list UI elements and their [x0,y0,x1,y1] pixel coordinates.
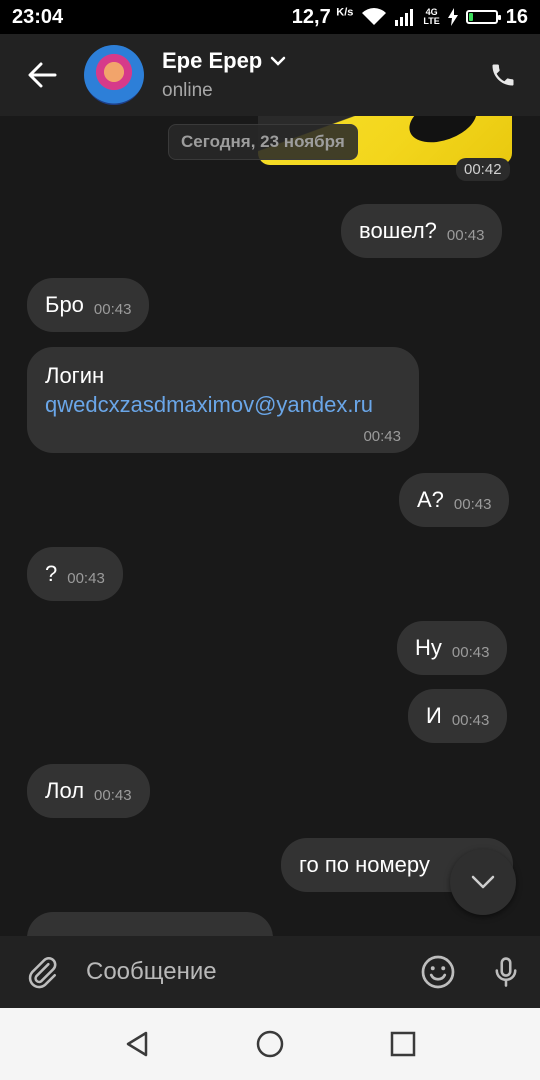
message-text: И [426,703,442,728]
message-composer [0,936,540,1008]
microphone-button[interactable] [472,936,540,1008]
network-speed: 12,7 K/s [291,5,354,28]
photo-time: 00:42 [456,158,510,181]
charging-icon [447,8,458,26]
chevron-down-icon [471,875,495,889]
message-bubble-outgoing[interactable]: вошел? 00:43 [341,204,503,258]
microphone-icon [495,957,517,987]
signal-icon [395,9,414,26]
scroll-down-button[interactable] [450,849,516,915]
message-time: 00:43 [94,787,132,804]
contact-info[interactable]: Ере Ерер online [162,48,286,102]
message-bubble-incoming[interactable] [27,912,273,936]
message-bubble-outgoing[interactable]: А? 00:43 [399,473,510,527]
emoji-icon [421,955,455,989]
message-text: Логин [45,363,105,388]
wifi-icon [362,8,387,25]
battery-icon [465,10,501,24]
battery-percent: 16 [505,5,528,28]
message-bubble-outgoing[interactable]: Ну 00:43 [397,621,508,675]
status-time: 23:04 [12,5,64,28]
call-button[interactable] [486,58,520,92]
nav-back-button[interactable] [107,1014,167,1074]
message-text: Лол [45,778,85,803]
status-bar: 23:04 12,7 K/s 4G LTE 16 [0,0,540,34]
emoji-button[interactable] [404,936,472,1008]
paperclip-icon [28,957,57,989]
contact-status: online [162,80,213,101]
message-time: 00:43 [93,301,132,318]
status-icons: 12,7 K/s 4G LTE 16 [292,6,528,29]
email-link[interactable]: qwedcxzasdmaximov@yandex.ru [45,391,401,419]
message-time: 00:43 [446,227,485,244]
nav-home-button[interactable] [240,1014,300,1074]
message-bubble-outgoing[interactable]: И 00:43 [408,689,508,743]
chat-header: Ере Ерер online [0,34,540,116]
message-bubble-incoming[interactable]: Логин qwedcxzasdmaximov@yandex.ru 00:43 [27,347,419,453]
message-text: вошел? [359,218,437,243]
message-bubble-incoming[interactable]: Бро 00:43 [27,278,150,332]
message-text: Ну [415,635,442,660]
message-bubble-incoming[interactable]: ? 00:43 [27,547,123,601]
phone-icon [492,64,514,86]
message-time: 00:43 [451,712,490,729]
message-bubble-incoming[interactable]: Лол 00:43 [27,764,150,818]
back-button[interactable] [0,34,84,116]
circle-home-icon [256,1030,284,1058]
system-nav-bar [0,1008,540,1080]
message-time: 00:43 [453,496,492,513]
avatar[interactable] [84,45,144,105]
triangle-back-icon [126,1031,147,1057]
nav-recents-button[interactable] [373,1014,433,1074]
message-text: ? [45,561,58,586]
message-text: Бро [45,292,84,317]
arrow-left-icon [28,62,57,88]
network-type: 4G LTE [423,7,440,26]
date-separator: Сегодня, 23 ноября [168,124,358,160]
message-text: го по номеру [299,852,430,877]
message-time: 00:43 [67,570,105,587]
message-input[interactable] [86,936,404,1008]
message-time: 00:43 [363,428,401,445]
square-recents-icon [391,1031,416,1057]
contact-name: Ере Ерер [162,48,263,73]
attach-button[interactable] [0,936,84,1008]
chevron-down-icon [271,56,286,66]
message-text: А? [417,487,444,512]
message-time: 00:43 [451,644,490,661]
message-list[interactable]: Сегодня, 23 ноября 00:42 вошел? 00:43 Бр… [0,116,540,936]
